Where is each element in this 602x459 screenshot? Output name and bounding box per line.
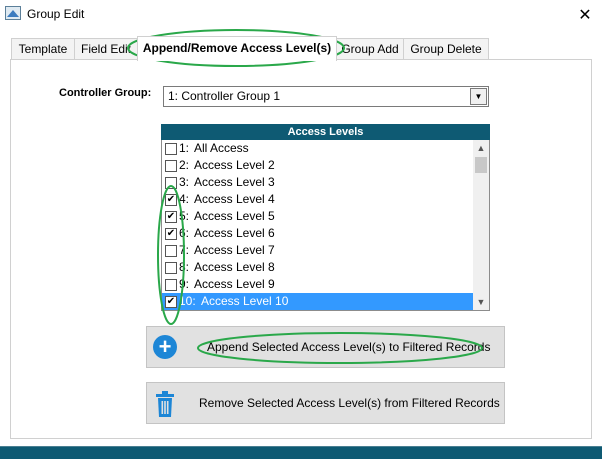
- access-level-label: Access Level 5: [194, 209, 275, 223]
- access-level-checkbox[interactable]: [165, 160, 177, 172]
- access-level-number: 6:: [179, 226, 190, 240]
- access-level-label: Access Level 9: [194, 277, 275, 291]
- window-title: Group Edit: [27, 7, 85, 21]
- controller-group-value: 1: Controller Group 1: [168, 89, 281, 103]
- access-level-item-5[interactable]: ✔ 5: Access Level 5: [162, 208, 473, 225]
- access-level-label: Access Level 6: [194, 226, 275, 240]
- tab-label: Append/Remove Access Level(s): [142, 41, 332, 55]
- tab-label: Group Add: [341, 42, 399, 56]
- access-level-checkbox[interactable]: [165, 245, 177, 257]
- access-level-item-9[interactable]: 9: Access Level 9: [162, 276, 473, 293]
- tab-strip: Template Field Edit Append/Remove Access…: [0, 36, 602, 61]
- access-levels-scrollbar[interactable]: ▲ ▼: [473, 140, 489, 310]
- access-level-checkbox[interactable]: [165, 262, 177, 274]
- access-level-label: Access Level 10: [201, 294, 289, 308]
- access-level-checkbox[interactable]: ✔: [165, 296, 177, 308]
- access-level-item-6[interactable]: ✔ 6: Access Level 6: [162, 225, 473, 242]
- access-level-item-2[interactable]: 2: Access Level 2: [162, 157, 473, 174]
- tab-label: Field Edit: [80, 42, 132, 56]
- access-levels-header: Access Levels: [161, 124, 490, 140]
- access-level-number: 10:: [179, 294, 196, 308]
- access-level-number: 3:: [179, 175, 190, 189]
- tab-group-delete[interactable]: Group Delete: [403, 38, 489, 59]
- tab-label: Group Delete: [410, 42, 482, 56]
- access-level-number: 1:: [179, 141, 190, 155]
- access-level-number: 4:: [179, 192, 190, 206]
- access-level-label: Access Level 8: [194, 260, 275, 274]
- tab-group-add[interactable]: Group Add: [336, 38, 404, 59]
- access-level-number: 2:: [179, 158, 190, 172]
- access-level-number: 5:: [179, 209, 190, 223]
- plus-circle-icon: +: [153, 335, 177, 359]
- access-level-label: All Access: [194, 141, 249, 155]
- close-icon: ✕: [578, 7, 592, 24]
- close-button[interactable]: ✕: [568, 0, 602, 30]
- controller-group-select[interactable]: 1: Controller Group 1 ▼: [163, 86, 489, 107]
- access-level-item-1[interactable]: 1: All Access: [162, 140, 473, 157]
- scroll-down-icon[interactable]: ▼: [473, 294, 489, 310]
- app-icon: [5, 6, 21, 20]
- access-level-label: Access Level 3: [194, 175, 275, 189]
- scrollbar-thumb[interactable]: [475, 157, 487, 173]
- access-level-checkbox[interactable]: ✔: [165, 194, 177, 206]
- access-level-item-7[interactable]: 7: Access Level 7: [162, 242, 473, 259]
- remove-access-levels-button[interactable]: Remove Selected Access Level(s) from Fil…: [146, 382, 505, 424]
- access-level-checkbox[interactable]: ✔: [165, 228, 177, 240]
- access-level-checkbox[interactable]: [165, 279, 177, 291]
- group-edit-window: Group Edit ✕ Template Field Edit Append/…: [0, 0, 602, 447]
- access-levels-list[interactable]: 1: All Access 2: Access Level 2 3: Acces…: [161, 140, 490, 311]
- trash-icon: [156, 391, 174, 417]
- append-button-label: Append Selected Access Level(s) to Filte…: [207, 340, 491, 354]
- access-level-item-3[interactable]: 3: Access Level 3: [162, 174, 473, 191]
- access-level-item-4[interactable]: ✔ 4: Access Level 4: [162, 191, 473, 208]
- access-level-number: 7:: [179, 243, 190, 257]
- tab-append-remove-access-levels[interactable]: Append/Remove Access Level(s): [137, 36, 337, 61]
- tab-label: Template: [18, 42, 68, 56]
- access-level-checkbox[interactable]: [165, 143, 177, 155]
- title-bar: Group Edit ✕: [0, 0, 602, 30]
- remove-button-label: Remove Selected Access Level(s) from Fil…: [199, 396, 500, 410]
- tab-template[interactable]: Template: [11, 38, 75, 59]
- access-level-checkbox[interactable]: [165, 177, 177, 189]
- access-level-label: Access Level 7: [194, 243, 275, 257]
- access-level-label: Access Level 4: [194, 192, 275, 206]
- controller-group-label: Controller Group:: [59, 87, 152, 99]
- access-level-number: 9:: [179, 277, 190, 291]
- access-level-checkbox[interactable]: ✔: [165, 211, 177, 223]
- tab-field-edit[interactable]: Field Edit: [74, 38, 138, 59]
- access-level-number: 8:: [179, 260, 190, 274]
- access-level-item-8[interactable]: 8: Access Level 8: [162, 259, 473, 276]
- access-level-item-10[interactable]: ✔ 10: Access Level 10: [162, 293, 473, 310]
- access-level-label: Access Level 2: [194, 158, 275, 172]
- chevron-down-icon[interactable]: ▼: [470, 88, 487, 105]
- append-access-levels-button[interactable]: + Append Selected Access Level(s) to Fil…: [146, 326, 505, 368]
- scroll-up-icon[interactable]: ▲: [473, 140, 489, 156]
